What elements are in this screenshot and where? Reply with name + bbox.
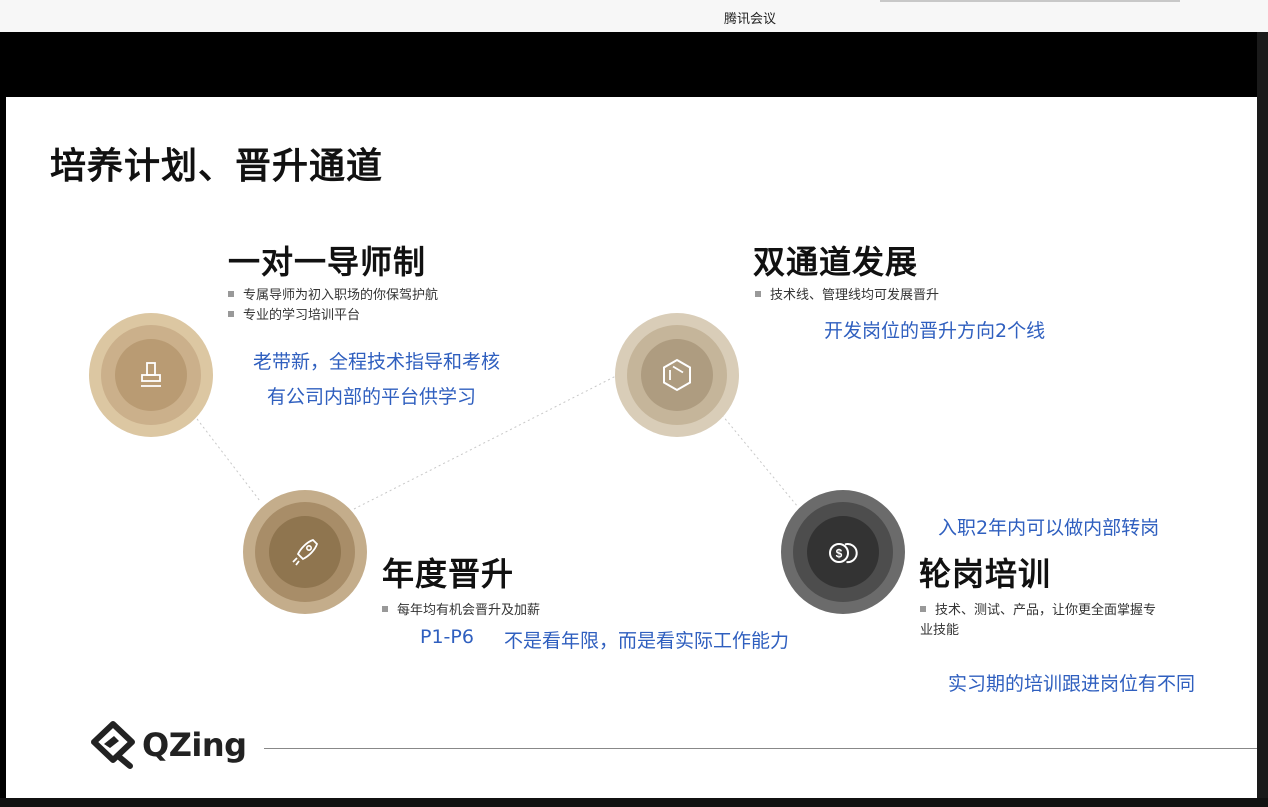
- dual-channel-note: 开发岗位的晋升方向2个线: [824, 320, 1046, 342]
- window-title: 腾讯会议: [723, 12, 776, 27]
- mentor-circle: [89, 313, 213, 437]
- stamp-icon: [141, 362, 161, 387]
- window-titlebar: 腾讯会议: [0, 0, 1268, 33]
- mentor-bullet-2: 专业的学习培训平台: [228, 306, 360, 326]
- rocket-icon: [292, 538, 319, 566]
- footer-divider: [264, 748, 1257, 749]
- promotion-circle: [243, 490, 367, 614]
- rotation-bullet-1: 技术、测试、产品，让你更全面掌握专业技能: [920, 603, 1157, 638]
- promotion-heading: 年度晋升: [382, 555, 515, 593]
- dual-channel-heading: 双通道发展: [753, 243, 919, 281]
- promotion-note: 不是看年限，而是看实际工作能力: [504, 630, 790, 652]
- titlebar-decoration: [880, 0, 1180, 2]
- meeting-top-bar: [0, 32, 1268, 97]
- rotation-circle: $: [781, 490, 905, 614]
- meeting-bottom-bar: [0, 798, 1268, 807]
- logo-text: QZing: [142, 726, 247, 764]
- right-frame-edge: [1257, 32, 1268, 807]
- promotion-bullet-1: 每年均有机会晋升及加薪: [382, 601, 540, 621]
- mentor-note-2: 有公司内部的平台供学习: [267, 386, 477, 408]
- mentor-heading: 一对一导师制: [228, 243, 427, 281]
- coins-icon: $: [829, 543, 858, 564]
- rotation-note-2: 实习期的培训跟进岗位有不同: [948, 673, 1196, 695]
- hexagon-icon: [663, 358, 691, 392]
- rotation-heading: 轮岗培训: [919, 555, 1052, 593]
- qzing-logo: QZing: [88, 720, 248, 770]
- mentor-bullet-1: 专属导师为初入职场的你保驾护航: [228, 286, 438, 306]
- rotation-note-1: 入职2年内可以做内部转岗: [938, 517, 1160, 539]
- svg-text:$: $: [836, 547, 843, 561]
- shared-slide: 培养计划、晋升通道 一对一导师制 专属导师为初入职场的你保驾护航 专业的学习培训…: [6, 97, 1257, 798]
- dual-channel-circle: [615, 313, 739, 437]
- qzing-logo-icon: [91, 721, 135, 769]
- mentor-note-1: 老带新，全程技术指导和考核: [253, 351, 501, 373]
- dual-channel-bullet-1: 技术线、管理线均可发展晋升: [755, 286, 939, 306]
- slide-title: 培养计划、晋升通道: [50, 146, 384, 187]
- promotion-levels-note: P1-P6: [420, 626, 474, 648]
